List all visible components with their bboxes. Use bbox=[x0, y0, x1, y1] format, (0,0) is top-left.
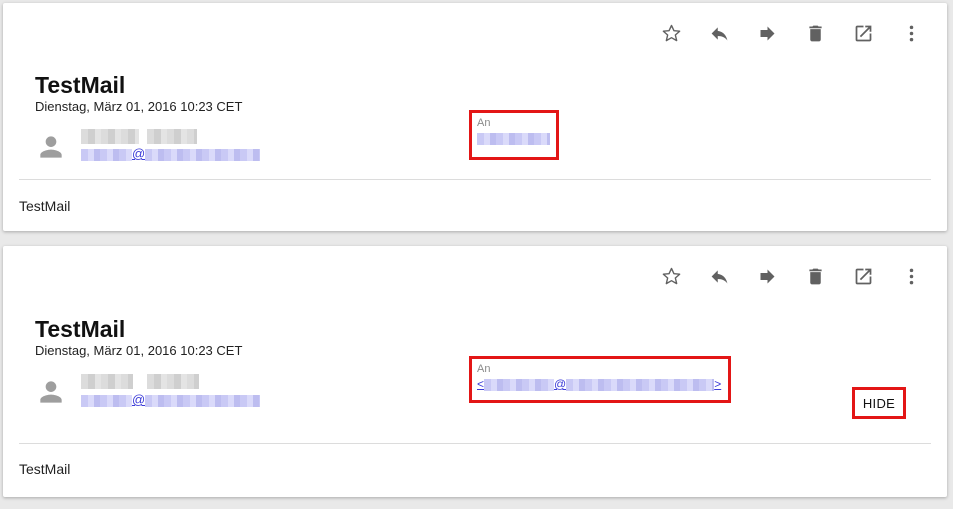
delete-icon bbox=[808, 25, 822, 41]
sender-name bbox=[81, 373, 199, 390]
more-vert-icon bbox=[909, 25, 913, 41]
recipient-email-link[interactable]: < @ > bbox=[477, 377, 721, 391]
sender-email-link[interactable]: @ bbox=[81, 392, 261, 407]
message-body: TestMail bbox=[19, 461, 71, 477]
open-external-icon bbox=[855, 25, 871, 41]
avatar bbox=[35, 131, 67, 163]
delete-icon bbox=[808, 268, 822, 284]
message-toolbar bbox=[647, 262, 935, 290]
recipient-section-highlight: An < @ > bbox=[469, 356, 731, 403]
person-icon bbox=[40, 136, 62, 158]
sender-email-at: @ bbox=[132, 146, 146, 161]
message-toolbar bbox=[647, 19, 935, 47]
message-subject: TestMail bbox=[35, 316, 126, 342]
message-divider bbox=[19, 179, 931, 180]
reply-icon bbox=[711, 269, 727, 283]
message-subject: TestMail bbox=[35, 72, 126, 98]
forward-button[interactable] bbox=[743, 262, 791, 290]
star-button[interactable] bbox=[647, 19, 695, 47]
message-date: Dienstag, März 01, 2016 10:23 CET bbox=[35, 99, 243, 114]
redacted-last-name bbox=[147, 129, 197, 145]
forward-icon bbox=[760, 269, 774, 283]
forward-button[interactable] bbox=[743, 19, 791, 47]
reply-icon bbox=[711, 26, 727, 40]
star-button[interactable] bbox=[647, 262, 695, 290]
message-body: TestMail bbox=[19, 198, 71, 214]
hide-button[interactable]: HIDE bbox=[852, 387, 906, 419]
more-vert-icon bbox=[909, 268, 913, 284]
reply-button[interactable] bbox=[695, 19, 743, 47]
recipient-label: An bbox=[477, 363, 491, 375]
more-options-button[interactable] bbox=[887, 262, 935, 290]
redacted-first-name bbox=[81, 129, 139, 145]
delete-button[interactable] bbox=[791, 262, 839, 290]
star-icon bbox=[662, 24, 680, 41]
open-external-button[interactable] bbox=[839, 262, 887, 290]
person-icon bbox=[40, 381, 62, 403]
sender-name bbox=[81, 128, 197, 145]
sender-email-at: @ bbox=[132, 392, 146, 407]
message-divider bbox=[19, 443, 931, 444]
more-options-button[interactable] bbox=[887, 19, 935, 47]
recipient-label: An bbox=[477, 117, 491, 129]
reply-button[interactable] bbox=[695, 262, 743, 290]
message-date: Dienstag, März 01, 2016 10:23 CET bbox=[35, 343, 243, 358]
message-card-collapsed: TestMail Dienstag, März 01, 2016 10:23 C… bbox=[3, 3, 947, 231]
avatar bbox=[35, 376, 67, 408]
recipient-name-link[interactable] bbox=[477, 131, 550, 145]
sender-email-link[interactable]: @ bbox=[81, 146, 261, 161]
delete-button[interactable] bbox=[791, 19, 839, 47]
open-external-icon bbox=[855, 268, 871, 284]
star-icon bbox=[662, 267, 680, 284]
message-card-expanded: TestMail Dienstag, März 01, 2016 10:23 C… bbox=[3, 246, 947, 497]
forward-icon bbox=[760, 26, 774, 40]
recipient-section-highlight: An bbox=[469, 110, 559, 160]
redacted-last-name bbox=[147, 374, 199, 390]
open-external-button[interactable] bbox=[839, 19, 887, 47]
redacted-first-name bbox=[81, 374, 133, 390]
